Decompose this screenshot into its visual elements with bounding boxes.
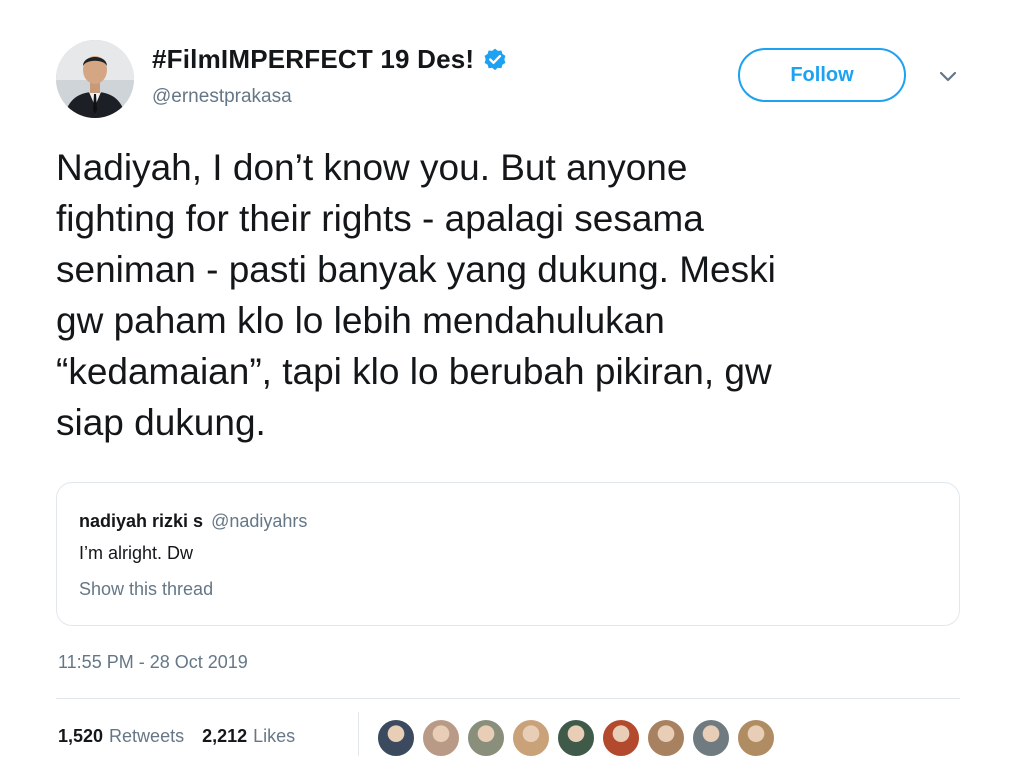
quoted-tweet-text: I’m alright. Dw (79, 543, 194, 563)
liker-avatar-icon[interactable] (376, 718, 416, 758)
retweets-count: 1,520 (58, 726, 104, 746)
likes-label: Likes (253, 726, 296, 746)
retweets-label: Retweets (109, 726, 185, 746)
author-avatar[interactable] (56, 40, 134, 118)
quoted-author-name: nadiyah rizki s (79, 511, 204, 531)
likes-count: 2,212 (202, 726, 248, 746)
liker-avatar-icon[interactable] (556, 718, 596, 758)
liker-avatar-icon[interactable] (646, 718, 686, 758)
tweet-text-line: “kedamaian”, tapi klo lo berubah pikiran… (56, 351, 772, 392)
liker-avatar-icon[interactable] (421, 718, 461, 758)
liker-avatar-icon[interactable] (466, 718, 506, 758)
author-display-name[interactable]: #FilmIMPERFECT 19 Des! (152, 44, 474, 75)
tweet-text-line: seniman - pasti banyak yang dukung. Mesk… (56, 249, 776, 290)
verified-badge-icon (484, 48, 506, 70)
show-thread-link[interactable]: Show this thread (79, 579, 213, 600)
liker-avatars (376, 718, 781, 758)
tweet-timestamp[interactable]: 11:55 PM - 28 Oct 2019 (58, 652, 248, 673)
engagement-stats: 1,520 Retweets 2,212 Likes (58, 726, 295, 747)
quoted-author-handle: @nadiyahrs (211, 511, 308, 531)
tweet-text-line: siap dukung. (56, 402, 266, 443)
profile-photo-icon (56, 40, 134, 118)
follow-button[interactable]: Follow (738, 48, 906, 102)
liker-avatar-icon[interactable] (601, 718, 641, 758)
chevron-down-icon[interactable] (936, 66, 960, 86)
author-name-row: #FilmIMPERFECT 19 Des! (152, 44, 508, 75)
liker-avatar-icon[interactable] (736, 718, 776, 758)
tweet-text-line: fighting for their rights - apalagi sesa… (56, 198, 704, 239)
author-handle[interactable]: @ernestprakasa (152, 86, 292, 108)
retweets-stat[interactable]: 1,520 Retweets (58, 726, 184, 747)
divider (56, 698, 960, 699)
liker-avatar-icon[interactable] (691, 718, 731, 758)
likes-stat[interactable]: 2,212 Likes (202, 726, 295, 747)
tweet-text: Nadiyah, I don’t know you. But anyone fi… (56, 142, 956, 448)
tweet-text-line: gw paham klo lo lebih mendahulukan (56, 300, 665, 341)
quoted-tweet-header: nadiyah rizki s @nadiyahrs (79, 511, 307, 532)
liker-avatar-icon[interactable] (511, 718, 551, 758)
quoted-tweet-card[interactable]: nadiyah rizki s @nadiyahrs I’m alright. … (56, 482, 960, 626)
tweet-card: #FilmIMPERFECT 19 Des! @ernestprakasa Fo… (0, 0, 1024, 768)
tweet-text-line: Nadiyah, I don’t know you. But anyone (56, 147, 688, 188)
stats-separator (358, 712, 359, 756)
